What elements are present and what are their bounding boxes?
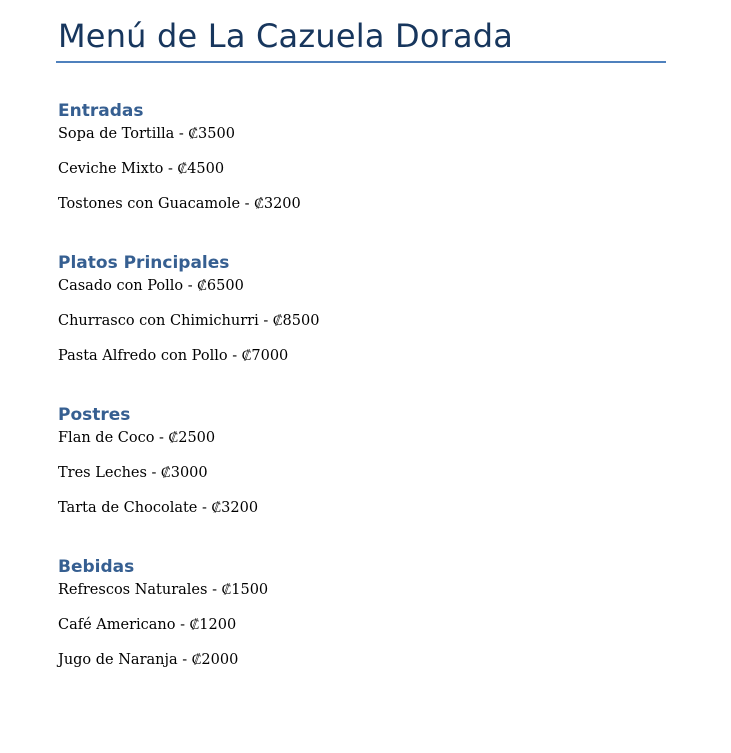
menu-section: Bebidas Refrescos Naturales - ₡1500 Café… — [58, 556, 668, 670]
section-heading: Platos Principales — [58, 253, 230, 273]
section-bebidas: Bebidas Refrescos Naturales - ₡1500 Café… — [58, 556, 668, 670]
menu-section: Entradas Sopa de Tortilla - ₡3500 Cevich… — [58, 100, 668, 214]
menu-item: Refrescos Naturales - ₡1500 — [58, 582, 269, 598]
menu-section: Postres Flan de Coco - ₡2500 Tres Leches… — [58, 404, 668, 518]
menu-item: Churrasco con Chimichurri - ₡8500 — [58, 313, 320, 329]
section-platos-principales: Platos Principales Casado con Pollo - ₡6… — [58, 252, 668, 366]
section-postres: Postres Flan de Coco - ₡2500 Tres Leches… — [58, 404, 668, 518]
page-title: Menú de La Cazuela Dorada — [58, 17, 514, 55]
section-heading: Entradas — [58, 101, 144, 121]
menu-document: Menú de La Cazuela Dorada — [56, 0, 668, 63]
section-entradas: Entradas Sopa de Tortilla - ₡3500 Cevich… — [58, 100, 668, 214]
menu-item: Café Americano - ₡1200 — [58, 617, 237, 633]
menu-item: Pasta Alfredo con Pollo - ₡7000 — [58, 348, 289, 364]
menu-section: Platos Principales Casado con Pollo - ₡6… — [58, 252, 668, 366]
menu-item: Tostones con Guacamole - ₡3200 — [58, 196, 301, 212]
menu-item: Casado con Pollo - ₡6500 — [58, 278, 244, 294]
menu-item: Sopa de Tortilla - ₡3500 — [58, 126, 235, 142]
menu-item: Tarta de Chocolate - ₡3200 — [58, 500, 259, 516]
menu-item: Tres Leches - ₡3000 — [58, 465, 208, 481]
section-heading: Bebidas — [58, 557, 135, 577]
menu-item: Flan de Coco - ₡2500 — [58, 430, 216, 446]
menu-item: Ceviche Mixto - ₡4500 — [58, 161, 225, 177]
menu-item: Jugo de Naranja - ₡2000 — [58, 652, 239, 668]
title-underline — [56, 61, 666, 63]
section-heading: Postres — [58, 405, 131, 425]
